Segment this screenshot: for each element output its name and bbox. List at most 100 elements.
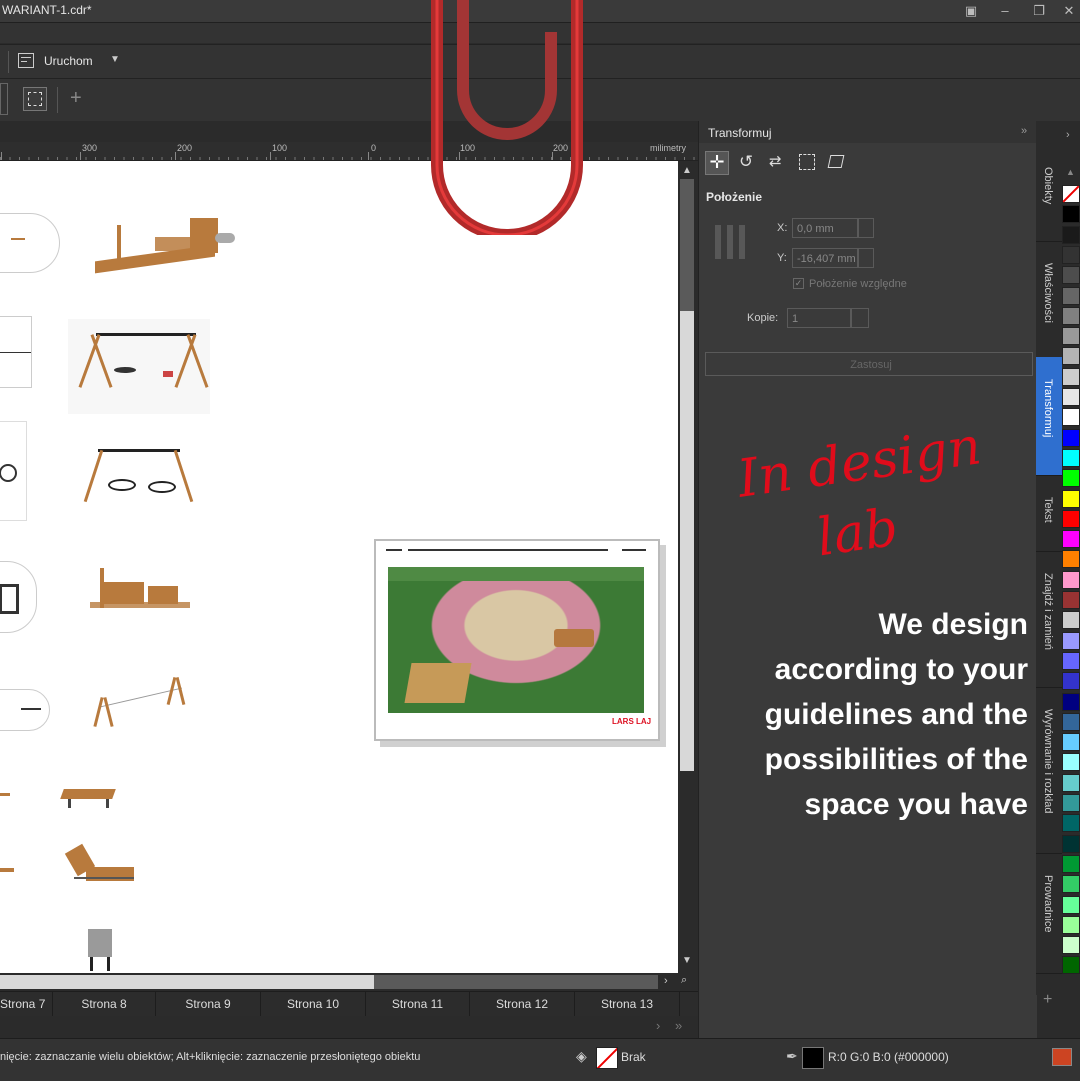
- chevron-right-icon[interactable]: ›: [1066, 129, 1070, 141]
- plan-drawing[interactable]: [0, 868, 14, 872]
- color-palette[interactable]: [1062, 185, 1080, 995]
- playground-ship-image[interactable]: [95, 213, 240, 275]
- color-swatch[interactable]: [1062, 631, 1080, 650]
- color-swatch[interactable]: [1062, 753, 1080, 772]
- color-swatch[interactable]: [1062, 367, 1080, 386]
- color-swatch[interactable]: [1062, 205, 1080, 224]
- rotate-icon[interactable]: ↺: [739, 152, 753, 172]
- x-spinner[interactable]: [858, 218, 874, 238]
- color-swatch[interactable]: [1062, 773, 1080, 792]
- color-swatch[interactable]: [1062, 509, 1080, 528]
- plan-drawing[interactable]: [0, 421, 27, 521]
- plan-drawing[interactable]: [0, 561, 37, 633]
- outline-color-swatch[interactable]: [802, 1047, 824, 1069]
- tab-find-replace[interactable]: Znajdź i zamień: [1036, 551, 1062, 688]
- plan-drawing[interactable]: [0, 213, 60, 273]
- y-position-input[interactable]: -16,407 mm: [792, 248, 858, 268]
- x-position-input[interactable]: 0,0 mm: [792, 218, 858, 238]
- tab-text[interactable]: Tekst: [1036, 475, 1062, 552]
- color-swatch[interactable]: [1062, 448, 1080, 467]
- maximize-button[interactable]: ❐: [1028, 2, 1050, 20]
- plan-drawing[interactable]: [0, 689, 50, 731]
- color-swatch[interactable]: [1062, 185, 1080, 203]
- tab-align-distribute[interactable]: Wyrównanie i rozkład: [1036, 687, 1062, 854]
- color-swatch[interactable]: [1062, 570, 1080, 589]
- move-icon[interactable]: ✛: [705, 151, 729, 175]
- page-tab[interactable]: Strona 7: [0, 992, 53, 1016]
- color-swatch[interactable]: [1062, 915, 1080, 934]
- page-frame-icon[interactable]: [23, 87, 47, 111]
- color-swatch[interactable]: [1062, 814, 1080, 833]
- horizontal-scrollbar[interactable]: › ⌕: [0, 973, 698, 991]
- color-swatch[interactable]: [1062, 428, 1080, 447]
- color-swatch[interactable]: [1062, 530, 1080, 549]
- color-swatch[interactable]: [1062, 266, 1080, 285]
- plan-drawing[interactable]: [0, 793, 10, 796]
- close-button[interactable]: ✕: [1058, 2, 1080, 20]
- play-tower-image[interactable]: [90, 566, 190, 616]
- double-chevron-right-icon[interactable]: »: [675, 1018, 682, 1033]
- apply-button[interactable]: Zastosuj: [705, 352, 1033, 376]
- add-icon[interactable]: +: [70, 87, 82, 110]
- plan-drawing[interactable]: [0, 316, 32, 388]
- bench-image[interactable]: [60, 787, 116, 809]
- lounger-image[interactable]: [58, 843, 138, 892]
- nest-swing-image[interactable]: [82, 443, 194, 505]
- color-swatch[interactable]: [1062, 245, 1080, 264]
- restore-docker-icon[interactable]: ▣: [960, 2, 982, 20]
- launch-icon[interactable]: [18, 53, 34, 68]
- color-swatch[interactable]: [1062, 692, 1080, 711]
- color-swatch[interactable]: [1062, 834, 1080, 853]
- color-swatch[interactable]: [1062, 591, 1080, 609]
- chevron-right-icon[interactable]: ›: [656, 1018, 660, 1033]
- color-swatch[interactable]: [1062, 794, 1080, 812]
- color-swatch[interactable]: [1062, 306, 1080, 325]
- fill-icon[interactable]: ◈: [576, 1048, 587, 1065]
- color-swatch[interactable]: [1062, 611, 1080, 630]
- zoom-icon[interactable]: ⌕: [681, 974, 687, 987]
- litter-bin-image[interactable]: [86, 929, 114, 971]
- color-profile-icon[interactable]: [1052, 1048, 1072, 1066]
- color-swatch[interactable]: [1062, 327, 1080, 346]
- color-swatch[interactable]: [1062, 225, 1080, 244]
- size-icon[interactable]: [799, 154, 815, 170]
- page-tab[interactable]: Strona 8: [53, 992, 156, 1016]
- zipline-image[interactable]: [85, 673, 197, 728]
- scroll-up-icon[interactable]: ▲: [682, 165, 692, 176]
- page-tab[interactable]: Strona 9: [156, 992, 261, 1016]
- tab-transform[interactable]: Transformuj: [1036, 357, 1062, 476]
- page-tab[interactable]: Strona 13: [575, 992, 680, 1016]
- vertical-scrollbar[interactable]: ▲ ▼: [678, 161, 698, 973]
- color-swatch[interactable]: [1062, 489, 1080, 508]
- anchor-grid[interactable]: [715, 225, 749, 259]
- page-tab[interactable]: Strona 10: [261, 992, 366, 1016]
- color-swatch[interactable]: [1062, 651, 1080, 670]
- add-docker-icon[interactable]: +: [1043, 991, 1052, 1009]
- color-swatch[interactable]: [1062, 550, 1080, 569]
- color-swatch[interactable]: [1062, 286, 1080, 305]
- color-swatch[interactable]: [1062, 408, 1080, 427]
- spin-control[interactable]: [0, 83, 8, 115]
- skew-icon[interactable]: [827, 155, 845, 168]
- color-swatch[interactable]: [1062, 712, 1080, 731]
- swing-set-image[interactable]: [68, 319, 210, 414]
- color-swatch[interactable]: [1062, 347, 1080, 366]
- scroll-thumb[interactable]: [0, 975, 374, 989]
- run-menu-label[interactable]: Uruchom: [44, 54, 93, 68]
- no-fill-swatch[interactable]: [596, 1047, 618, 1069]
- chevron-down-icon[interactable]: ▼: [110, 54, 120, 65]
- color-swatch[interactable]: [1062, 875, 1080, 894]
- color-swatch[interactable]: [1062, 895, 1080, 914]
- tab-guidelines[interactable]: Prowadnice: [1036, 853, 1062, 974]
- color-swatch[interactable]: [1062, 388, 1080, 406]
- copies-input[interactable]: 1: [787, 308, 851, 328]
- color-swatch[interactable]: [1062, 469, 1080, 488]
- drawing-canvas[interactable]: LARS LAJ: [0, 161, 678, 973]
- mirror-icon[interactable]: ⇄: [769, 152, 782, 170]
- visualization-card[interactable]: LARS LAJ: [374, 539, 660, 741]
- copies-spinner[interactable]: [851, 308, 869, 328]
- y-spinner[interactable]: [858, 248, 874, 268]
- color-swatch[interactable]: [1062, 672, 1080, 691]
- color-swatch[interactable]: [1062, 854, 1080, 873]
- relative-position-checkbox[interactable]: ✓: [793, 278, 804, 289]
